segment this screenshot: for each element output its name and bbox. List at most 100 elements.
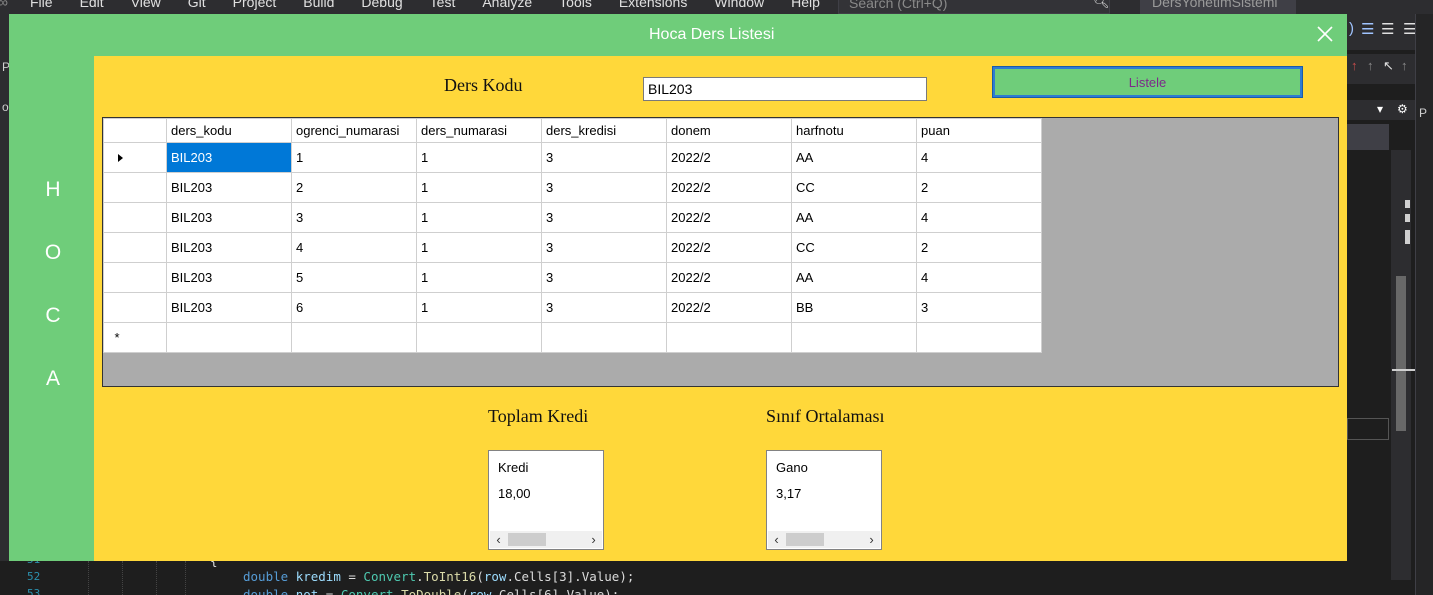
scroll-left-icon[interactable]: ‹ <box>490 531 507 548</box>
ide-menu-item[interactable]: Debug <box>361 0 402 10</box>
grid-cell-ogrenci-numarasi[interactable]: 4 <box>291 232 417 263</box>
grid-column-header[interactable]: harfnotu <box>791 118 917 143</box>
grid-cell-ders-kredisi[interactable]: 3 <box>541 142 667 173</box>
ide-menu-item[interactable]: Window <box>714 0 764 10</box>
grid-cell-donem[interactable]: 2022/2 <box>666 172 792 203</box>
horizontal-scrollbar[interactable]: ‹ › <box>768 531 880 548</box>
grid-cell-ders-kredisi[interactable]: 3 <box>541 172 667 203</box>
align-left-icon[interactable]: ☰ <box>1361 20 1374 38</box>
grid-column-header[interactable]: ders_kodu <box>166 118 292 143</box>
grid-cell-puan[interactable]: 2 <box>916 232 1042 263</box>
grid-cell-ders-kredisi[interactable]: 3 <box>541 262 667 293</box>
grid-corner-header[interactable] <box>103 118 167 143</box>
row-header[interactable]: * <box>103 322 167 353</box>
grid-cell-donem[interactable]: 2022/2 <box>666 292 792 323</box>
pointer-icon[interactable]: ↖ <box>1383 58 1394 74</box>
grid-new-cell[interactable] <box>666 322 792 353</box>
ders-kodu-input[interactable] <box>643 77 927 101</box>
grid-cell-ders-kodu[interactable]: BIL203 <box>166 202 292 233</box>
grid-row[interactable]: BIL203 2 1 3 2022/2 CC 2 <box>103 172 1042 203</box>
title-bar[interactable]: Hoca Ders Listesi <box>9 14 1347 56</box>
row-header[interactable] <box>103 142 167 173</box>
ide-menu-item[interactable]: Analyze <box>482 0 532 10</box>
ide-menu-item[interactable]: Test <box>430 0 456 10</box>
grid-cell-donem[interactable]: 2022/2 <box>666 262 792 293</box>
grid-cell-ders-kodu[interactable]: BIL203 <box>166 292 292 323</box>
grid-new-cell[interactable] <box>541 322 667 353</box>
close-button[interactable] <box>1311 20 1339 48</box>
grid-new-cell[interactable] <box>291 322 417 353</box>
grid-cell-ders-numarasi[interactable]: 1 <box>416 292 542 323</box>
grid-cell-ders-kodu[interactable]: BIL203 <box>166 172 292 203</box>
row-header[interactable] <box>103 262 167 293</box>
grid-row[interactable]: BIL203 4 1 3 2022/2 CC 2 <box>103 232 1042 263</box>
grid-cell-ders-kredisi[interactable]: 3 <box>541 232 667 263</box>
scroll-left-icon[interactable]: ‹ <box>768 531 785 548</box>
scroll-right-icon[interactable]: › <box>863 531 880 548</box>
toolbar-glyph-icon[interactable]: ) <box>1349 20 1354 37</box>
grid-cell-ogrenci-numarasi[interactable]: 6 <box>291 292 417 323</box>
grid-cell-puan[interactable]: 4 <box>916 262 1042 293</box>
grid-cell-ders-kodu[interactable]: BIL203 <box>166 232 292 263</box>
grid-cell-ders-numarasi[interactable]: 1 <box>416 202 542 233</box>
kredi-listbox[interactable]: Kredi 18,00 ‹ › <box>488 450 604 550</box>
grid-cell-ders-numarasi[interactable]: 1 <box>416 232 542 263</box>
grid-cell-ogrenci-numarasi[interactable]: 5 <box>291 262 417 293</box>
grid-column-header[interactable]: ders_numarasi <box>416 118 542 143</box>
grid-new-cell[interactable] <box>166 322 292 353</box>
step-over-icon[interactable]: ↑ <box>1401 58 1408 73</box>
code-editor[interactable]: 51 52 53 { double kredim = Convert.ToInt… <box>0 553 1347 595</box>
search-icon[interactable]: 🔍︎ <box>1093 0 1110 10</box>
chevron-down-icon[interactable]: ▾ <box>1377 102 1383 116</box>
ders-data-grid[interactable]: ders_kodu ogrenci_numarasi ders_numarasi de… <box>102 117 1339 387</box>
grid-cell-harfnotu[interactable]: AA <box>791 202 917 233</box>
grid-row[interactable]: BIL203 1 1 3 2022/2 AA 4 <box>103 142 1042 173</box>
ide-menu-item[interactable]: File <box>30 0 53 10</box>
grid-row[interactable]: BIL203 6 1 3 2022/2 BB 3 <box>103 292 1042 323</box>
grid-cell-ders-kredisi[interactable]: 3 <box>541 292 667 323</box>
grid-cell-ders-kredisi[interactable]: 3 <box>541 202 667 233</box>
grid-row[interactable]: BIL203 3 1 3 2022/2 AA 4 <box>103 202 1042 233</box>
grid-cell-harfnotu[interactable]: CC <box>791 172 917 203</box>
grid-cell-ders-numarasi[interactable]: 1 <box>416 142 542 173</box>
gear-icon[interactable]: ⚙ <box>1397 102 1408 116</box>
ide-dropdown[interactable] <box>1347 124 1389 150</box>
grid-cell-puan[interactable]: 4 <box>916 202 1042 233</box>
stop-icon[interactable]: ↑ <box>1351 58 1358 73</box>
align-center-icon[interactable]: ☰ <box>1381 20 1394 38</box>
grid-column-header[interactable]: ders_kredisi <box>541 118 667 143</box>
row-header[interactable] <box>103 172 167 203</box>
gano-listbox[interactable]: Gano 3,17 ‹ › <box>766 450 882 550</box>
grid-new-cell[interactable] <box>916 322 1042 353</box>
grid-cell-donem[interactable]: 2022/2 <box>666 202 792 233</box>
grid-cell-donem[interactable]: 2022/2 <box>666 232 792 263</box>
grid-cell-ders-kodu[interactable]: BIL203 <box>166 142 292 173</box>
grid-column-header[interactable]: ogrenci_numarasi <box>291 118 417 143</box>
scrollbar-thumb[interactable] <box>786 533 824 546</box>
grid-cell-puan[interactable]: 3 <box>916 292 1042 323</box>
scrollbar-thumb[interactable] <box>508 533 546 546</box>
row-header[interactable] <box>103 202 167 233</box>
grid-cell-ders-kodu[interactable]: BIL203 <box>166 262 292 293</box>
row-header[interactable] <box>103 292 167 323</box>
ide-menu-item[interactable]: Project <box>233 0 277 10</box>
grid-cell-puan[interactable]: 4 <box>916 142 1042 173</box>
grid-cell-harfnotu[interactable]: AA <box>791 142 917 173</box>
grid-new-cell[interactable] <box>791 322 917 353</box>
ide-menu-item[interactable]: Tools <box>559 0 592 10</box>
grid-cell-ogrenci-numarasi[interactable]: 1 <box>291 142 417 173</box>
grid-cell-ders-numarasi[interactable]: 1 <box>416 172 542 203</box>
ide-menu-item[interactable]: View <box>131 0 161 10</box>
ide-menu-item[interactable]: Extensions <box>619 0 687 10</box>
ide-search-input[interactable]: Search (Ctrl+Q) <box>838 0 1110 14</box>
grid-cell-ogrenci-numarasi[interactable]: 2 <box>291 172 417 203</box>
ide-menu-item[interactable]: Build <box>303 0 334 10</box>
ide-menu-item[interactable]: Edit <box>80 0 104 10</box>
grid-cell-harfnotu[interactable]: AA <box>791 262 917 293</box>
grid-cell-ogrenci-numarasi[interactable]: 3 <box>291 202 417 233</box>
ide-menu-item[interactable]: Help <box>791 0 820 10</box>
grid-cell-harfnotu[interactable]: BB <box>791 292 917 323</box>
grid-column-header[interactable]: puan <box>916 118 1042 143</box>
grid-row[interactable]: BIL203 5 1 3 2022/2 AA 4 <box>103 262 1042 293</box>
step-icon[interactable]: ↑ <box>1367 58 1374 73</box>
